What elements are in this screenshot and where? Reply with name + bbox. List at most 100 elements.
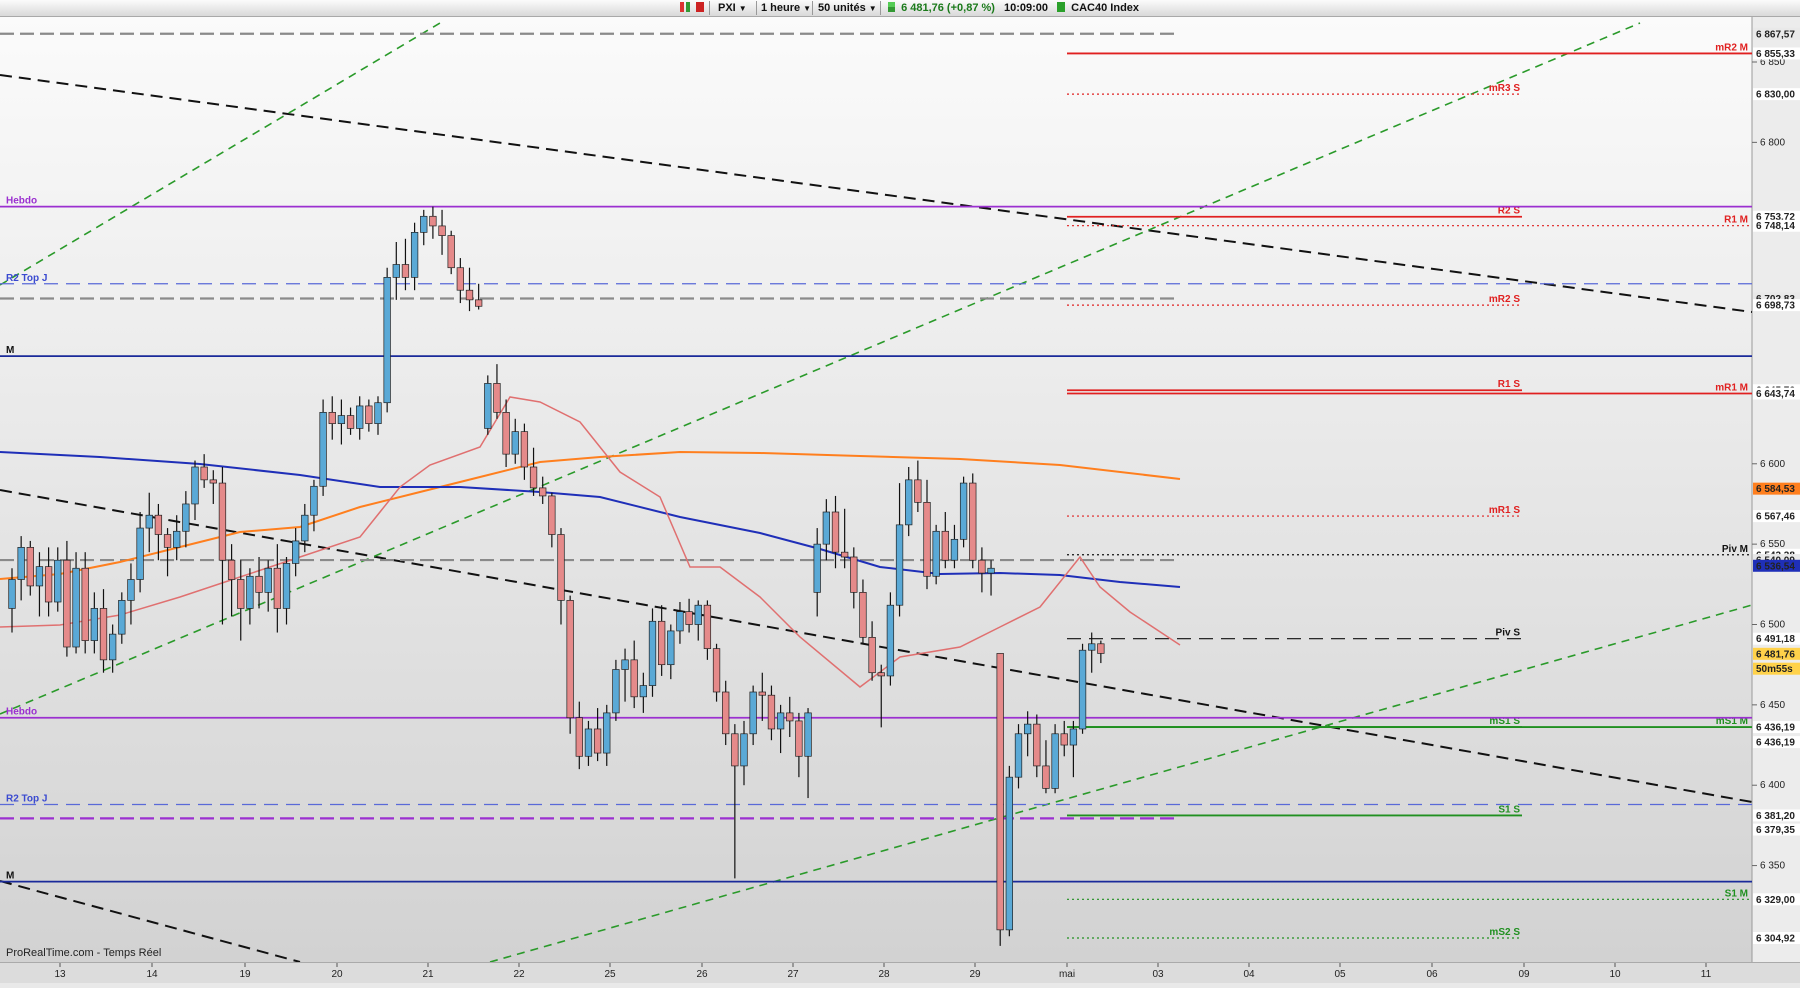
- price-label-text: 6 830,00: [1756, 90, 1795, 101]
- level-label: Piv S: [1496, 628, 1521, 639]
- price-label: 6 584,53: [1753, 482, 1800, 495]
- price-label: 6 855,33: [1753, 47, 1800, 60]
- level-label: M: [6, 871, 14, 882]
- candle: [1005, 765, 1013, 937]
- chevron-down-icon: ▼: [803, 4, 812, 13]
- candle-body: [804, 712, 812, 757]
- quote-time: 10:09:00: [1004, 2, 1049, 14]
- price-label: 6 698,73: [1753, 299, 1800, 312]
- time-tick-label: mai: [1059, 969, 1075, 980]
- price-tick-label: 6 550: [1760, 539, 1785, 550]
- ticker-select[interactable]: PXI ▼: [718, 1, 747, 15]
- price-tick-label: 6 350: [1760, 861, 1785, 872]
- candle-body: [987, 567, 995, 574]
- candle: [1078, 643, 1087, 734]
- units-value: 50 unités: [818, 2, 866, 14]
- time-tick-label: 28: [878, 969, 890, 980]
- price-tick-label: 6 450: [1760, 700, 1785, 711]
- price-tick-label: 6 500: [1760, 620, 1785, 631]
- level-label: R1 M: [1724, 215, 1748, 226]
- candle-body: [694, 604, 702, 625]
- candle-body: [383, 277, 391, 404]
- price-chart[interactable]: mR2 MmR3 SR2 SR1 MmR2 SR1 SmR1 MmR1 SPiv…: [0, 17, 1800, 962]
- units-select[interactable]: 50 unités ▼: [818, 1, 877, 15]
- price-label: 6 379,35: [1753, 823, 1800, 836]
- candle-body: [1014, 733, 1023, 778]
- candle-body: [310, 485, 318, 516]
- candle-body: [465, 289, 474, 301]
- candle-body: [1069, 728, 1078, 746]
- candle-body: [1023, 723, 1032, 735]
- time-tick-label: 21: [422, 969, 434, 980]
- candle-body: [850, 556, 858, 593]
- time-tick-label: 22: [513, 969, 525, 980]
- mini-chart-icon: [888, 2, 895, 12]
- candle-body: [1088, 643, 1096, 651]
- candle-body: [639, 685, 647, 698]
- instrument-name: CAC40 Index: [1071, 2, 1140, 14]
- candle-body: [593, 728, 602, 754]
- candle-body: [374, 402, 382, 424]
- level-label: Hebdo: [6, 707, 37, 718]
- candle-body: [209, 479, 217, 484]
- candle-body: [685, 611, 693, 625]
- candle-body: [1033, 723, 1041, 767]
- candle-body: [731, 733, 739, 767]
- candle-body: [566, 600, 574, 719]
- level-label: mR2 S: [1489, 294, 1520, 305]
- price-label-text: 6 584,53: [1756, 484, 1795, 495]
- candle-body: [255, 575, 263, 593]
- candle-body: [959, 482, 968, 540]
- candle-body: [776, 712, 785, 730]
- candle-body: [676, 611, 684, 632]
- candle-body: [657, 620, 666, 666]
- candle-body: [740, 733, 748, 767]
- time-tick-label: 19: [239, 969, 251, 980]
- candle-body: [575, 717, 583, 757]
- candle-body: [401, 264, 410, 278]
- candle-body: [191, 466, 199, 505]
- candle-body: [99, 608, 108, 661]
- candle-body: [81, 567, 89, 641]
- candle: [484, 375, 492, 435]
- price-label-text: 6 748,14: [1756, 221, 1795, 232]
- candle-body: [950, 538, 959, 561]
- candle-body: [475, 299, 483, 307]
- candle: [566, 595, 574, 734]
- level-label: mR1 S: [1489, 505, 1520, 516]
- candlestick-icon[interactable]: [680, 2, 690, 12]
- candle-body: [319, 412, 327, 487]
- chart-type-group[interactable]: [680, 1, 707, 15]
- candle-body: [420, 215, 428, 233]
- candle: [969, 473, 977, 569]
- candle-body: [612, 669, 620, 714]
- candle-body: [758, 691, 766, 696]
- bar-style-icon[interactable]: [696, 2, 705, 12]
- candle-body: [630, 659, 638, 698]
- candle-body: [831, 511, 840, 553]
- candle-body: [529, 466, 538, 489]
- time-tick-label: 06: [1426, 969, 1438, 980]
- ticker-value: PXI: [718, 2, 736, 14]
- price-label-text: 6 329,00: [1756, 895, 1795, 906]
- timeframe-select[interactable]: 1 heure ▼: [761, 1, 811, 15]
- candle-body: [584, 728, 593, 757]
- price-label: 6 748,14: [1753, 219, 1800, 232]
- time-tick-label: 26: [696, 969, 708, 980]
- candle-body: [548, 495, 556, 535]
- price-label: 6 436,19: [1753, 736, 1800, 749]
- price-label: 6 436,19: [1753, 721, 1800, 734]
- chevron-down-icon: ▼: [738, 4, 747, 13]
- candle-body: [44, 566, 53, 603]
- level-label: mR1 M: [1715, 382, 1748, 393]
- time-tick-label: 14: [146, 969, 158, 980]
- level-label: R2 Top J: [6, 794, 47, 805]
- candle: [996, 653, 1004, 946]
- price-tick-label: 6 600: [1760, 459, 1785, 470]
- candle: [932, 524, 940, 585]
- candle: [648, 608, 657, 697]
- price-label-text: 6 379,35: [1756, 825, 1795, 836]
- candle-body: [127, 579, 135, 601]
- candle-body: [648, 620, 657, 686]
- candle: [886, 592, 895, 686]
